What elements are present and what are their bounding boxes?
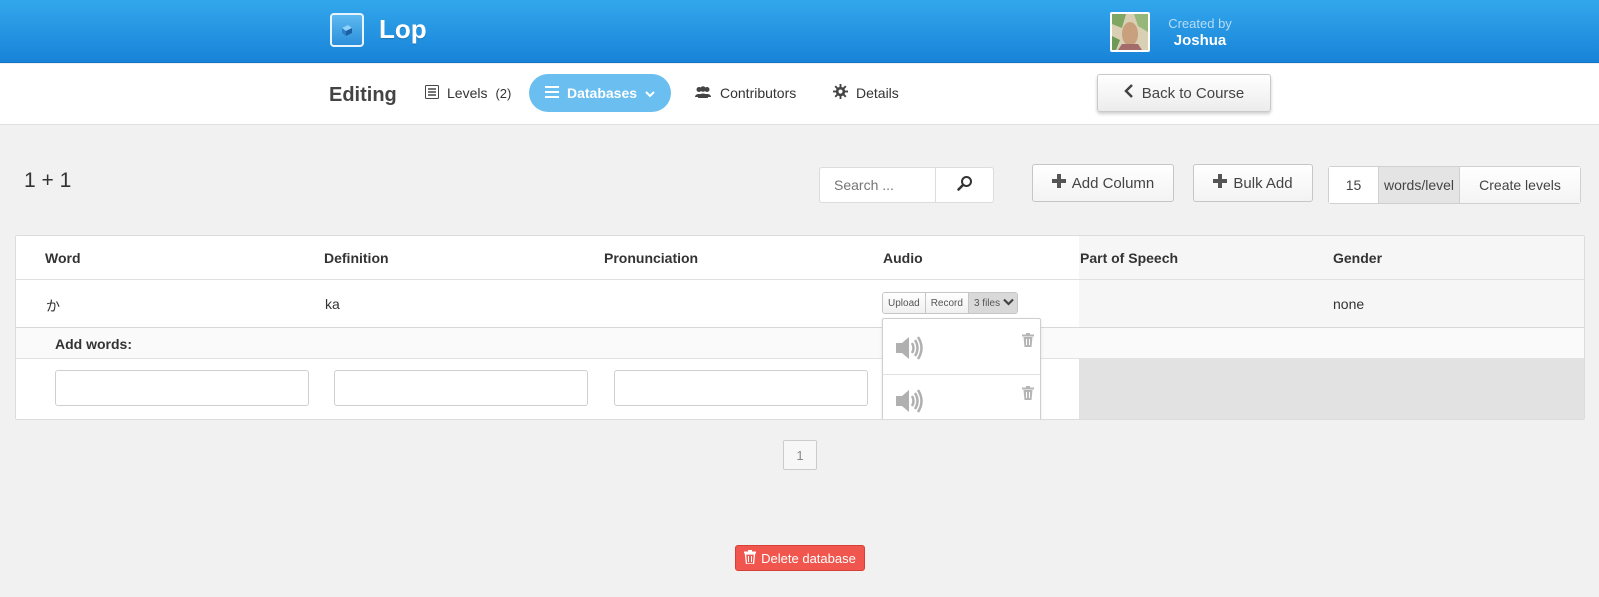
bulk-add-label: Bulk Add <box>1233 174 1293 192</box>
header-divider <box>16 279 1584 280</box>
edit-nav: Editing Levels (2) Databases Contributor… <box>0 64 1599 125</box>
column-header-word[interactable]: Word <box>45 250 81 266</box>
delete-database-label: Delete database <box>761 550 856 566</box>
delete-database-button[interactable]: Delete database <box>735 545 865 571</box>
trash-icon[interactable] <box>1022 386 1034 405</box>
column-header-audio[interactable]: Audio <box>883 250 923 266</box>
tab-levels-label: Levels <box>447 85 488 101</box>
editing-title: Editing <box>329 84 397 106</box>
audio-controls: Upload Record 3 files <box>882 292 1019 314</box>
gear-icon <box>833 84 848 102</box>
add-row-disabled-area <box>1079 358 1584 419</box>
add-words-label: Add words: <box>55 336 132 352</box>
audio-record-button[interactable]: Record <box>925 293 969 313</box>
tab-levels-count: (2) <box>495 85 512 101</box>
cell-definition[interactable]: ka <box>325 296 340 312</box>
tab-details-label: Details <box>856 85 899 101</box>
audio-files-menu <box>882 318 1041 419</box>
course-logo-icon[interactable] <box>330 13 364 47</box>
avatar[interactable] <box>1110 12 1150 52</box>
audio-files-dropdown[interactable]: 3 files <box>968 293 1018 313</box>
tab-details[interactable]: Details <box>833 74 899 112</box>
creator-name[interactable]: Joshua <box>1165 32 1235 49</box>
add-words-bar: Add words: <box>16 328 1584 359</box>
top-bar: Lop Created by Joshua <box>0 0 1599 63</box>
trash-icon <box>744 549 757 567</box>
database-table: Word Definition Pronunciation Audio Part… <box>15 235 1585 420</box>
add-definition-input[interactable] <box>334 370 588 406</box>
audio-files-label: 3 files <box>973 297 1001 309</box>
search-input[interactable] <box>820 168 935 202</box>
audio-file-item[interactable] <box>883 323 1040 375</box>
add-column-button[interactable]: Add Column <box>1032 164 1174 202</box>
column-header-definition[interactable]: Definition <box>324 250 389 266</box>
search-icon <box>956 175 973 196</box>
created-by-label: Created by <box>1168 16 1232 31</box>
words-per-level-label: words/level <box>1378 167 1460 203</box>
create-levels-button[interactable]: Create levels <box>1460 167 1580 203</box>
cell-gender[interactable]: none <box>1333 296 1364 312</box>
cell-pronunciation[interactable] <box>604 296 854 314</box>
audio-upload-button[interactable]: Upload <box>883 293 926 313</box>
cell-word[interactable]: か <box>46 296 60 316</box>
chevron-left-icon <box>1123 84 1134 102</box>
words-per-level-group: words/level Create levels <box>1328 166 1581 204</box>
search-box <box>819 167 994 203</box>
plus-icon <box>1213 174 1228 192</box>
people-icon <box>694 85 712 101</box>
audio-file-item[interactable] <box>883 376 1040 419</box>
course-title[interactable]: Lop <box>379 14 427 45</box>
back-to-course-label: Back to Course <box>1141 84 1245 102</box>
speaker-icon[interactable] <box>893 332 925 369</box>
tab-contributors[interactable]: Contributors <box>694 74 796 112</box>
words-per-level-input[interactable] <box>1329 167 1378 203</box>
column-header-gender[interactable]: Gender <box>1333 250 1382 266</box>
speaker-icon[interactable] <box>893 385 925 419</box>
pagination-page-button[interactable]: 1 <box>783 440 817 470</box>
plus-icon <box>1051 174 1066 192</box>
search-button[interactable] <box>935 168 993 202</box>
tab-levels[interactable]: Levels (2) <box>425 74 511 112</box>
chevron-down-icon <box>1003 298 1014 309</box>
column-header-pronunciation[interactable]: Pronunciation <box>604 250 698 266</box>
tab-contributors-label: Contributors <box>720 85 797 101</box>
bulk-add-button[interactable]: Bulk Add <box>1193 164 1313 202</box>
back-to-course-button[interactable]: Back to Course <box>1097 74 1271 112</box>
add-word-input[interactable] <box>55 370 309 406</box>
add-column-label: Add Column <box>1071 174 1155 192</box>
chevron-down-icon <box>645 85 655 101</box>
tab-databases-label: Databases <box>567 85 638 101</box>
menu-icon <box>545 85 559 101</box>
column-header-part-of-speech[interactable]: Part of Speech <box>1080 250 1178 266</box>
trash-icon[interactable] <box>1022 333 1034 352</box>
add-pronunciation-input[interactable] <box>614 370 868 406</box>
database-name: 1 + 1 <box>24 169 72 192</box>
list-icon <box>425 84 439 102</box>
tab-databases[interactable]: Databases <box>529 74 672 112</box>
